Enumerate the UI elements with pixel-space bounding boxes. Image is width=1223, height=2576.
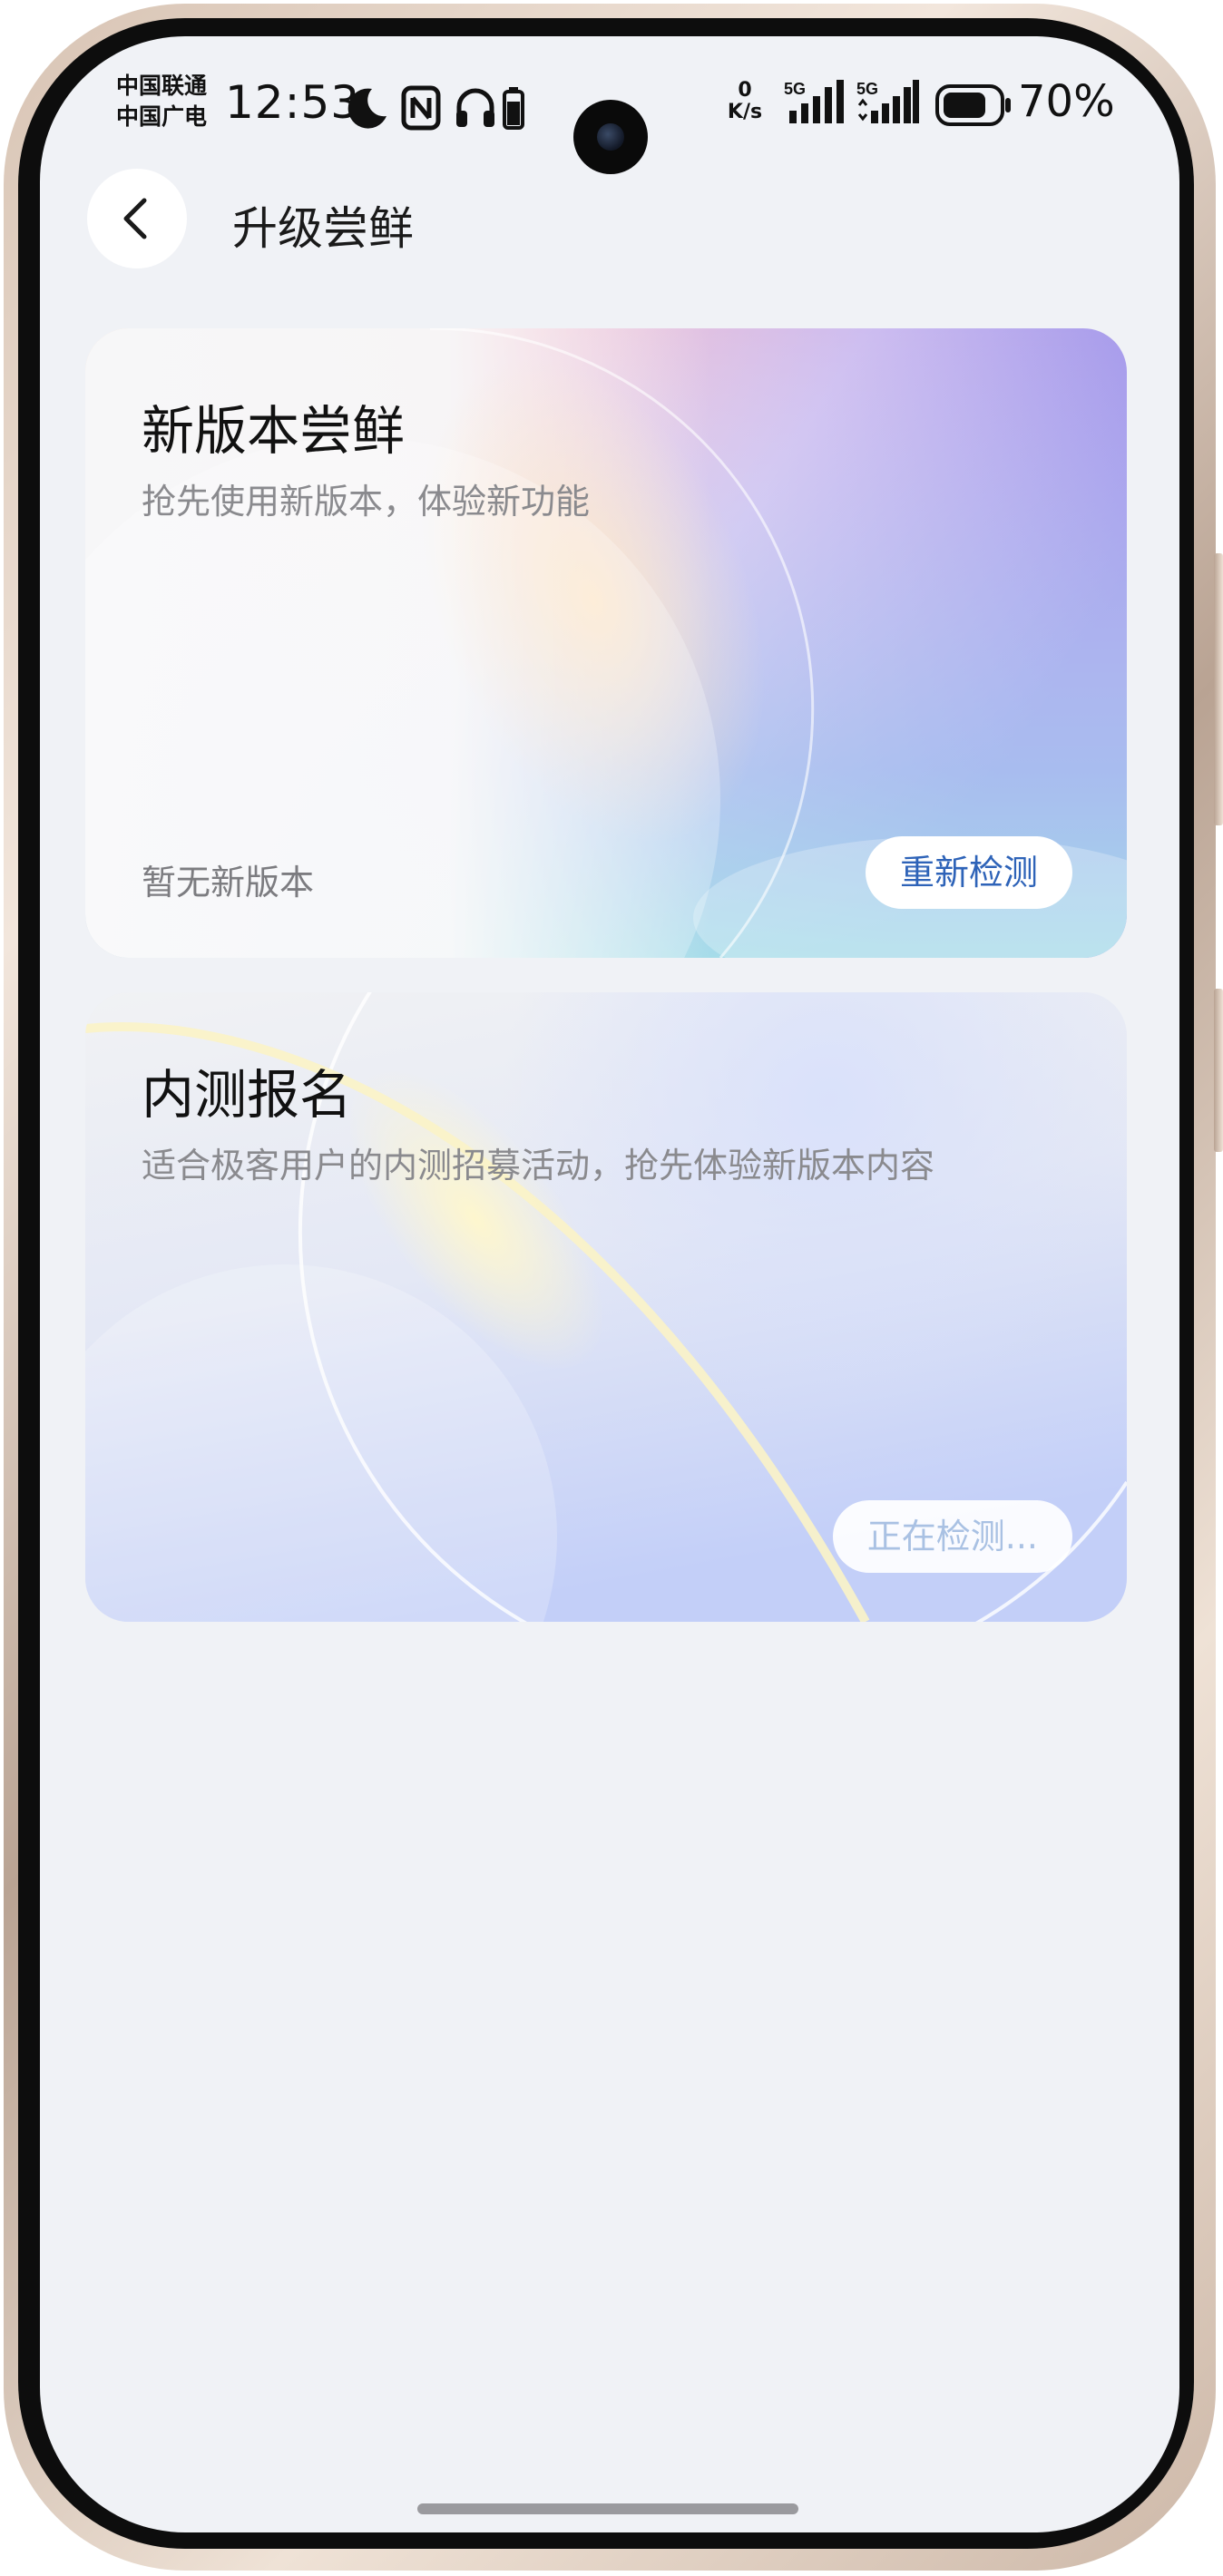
battery-icon bbox=[934, 83, 1013, 131]
card-title: 新版本尝鲜 bbox=[142, 400, 406, 462]
card-title: 内测报名 bbox=[142, 1064, 353, 1126]
power-key bbox=[1214, 989, 1223, 1152]
status-bar: 中国联通 中国广电 12:53 0 K/s 5G 5G 70% bbox=[40, 63, 1179, 174]
page-title: 升级尝鲜 bbox=[232, 202, 414, 255]
volume-key bbox=[1214, 553, 1223, 825]
signal-5g-icon: 5G bbox=[784, 78, 847, 132]
carrier-info: 中国联通 中国广电 bbox=[116, 71, 207, 132]
home-indicator[interactable] bbox=[417, 2503, 798, 2514]
signal1-label: 5G bbox=[784, 80, 806, 98]
new-version-card: 新版本尝鲜 抢先使用新版本，体验新功能 暂无新版本 重新检测 bbox=[85, 328, 1127, 958]
network-speed-value: 0 bbox=[738, 79, 752, 102]
network-speed: 0 K/s bbox=[722, 80, 768, 123]
screen: 中国联通 中国广电 12:53 0 K/s 5G 5G 70% 升级尝鲜 新版本… bbox=[40, 36, 1179, 2532]
moon-icon bbox=[345, 85, 390, 134]
card-description: 抢先使用新版本，体验新功能 bbox=[142, 482, 591, 522]
chevron-left-icon bbox=[123, 198, 147, 239]
network-speed-unit: K/s bbox=[727, 101, 763, 123]
carrier-line-2: 中国广电 bbox=[116, 103, 208, 130]
back-button[interactable] bbox=[87, 169, 187, 268]
battery-percent: 70% bbox=[1018, 76, 1115, 127]
headphones-icon bbox=[454, 85, 497, 134]
status-time: 12:53 bbox=[225, 76, 361, 129]
signal-5g-icon: 5G bbox=[856, 78, 920, 132]
recheck-button[interactable]: 重新检测 bbox=[865, 836, 1072, 909]
small-battery-icon bbox=[503, 85, 524, 134]
front-camera bbox=[573, 100, 648, 174]
carrier-line-1: 中国联通 bbox=[116, 73, 208, 99]
card-description: 适合极客用户的内测招募活动，抢先体验新版本内容 bbox=[142, 1146, 935, 1186]
beta-signup-card: 内测报名 适合极客用户的内测招募活动，抢先体验新版本内容 正在检测... bbox=[85, 992, 1127, 1622]
nfc-icon bbox=[401, 85, 441, 134]
checking-button[interactable]: 正在检测... bbox=[832, 1500, 1072, 1573]
version-status: 暂无新版本 bbox=[142, 863, 315, 903]
signal2-label: 5G bbox=[856, 80, 878, 98]
